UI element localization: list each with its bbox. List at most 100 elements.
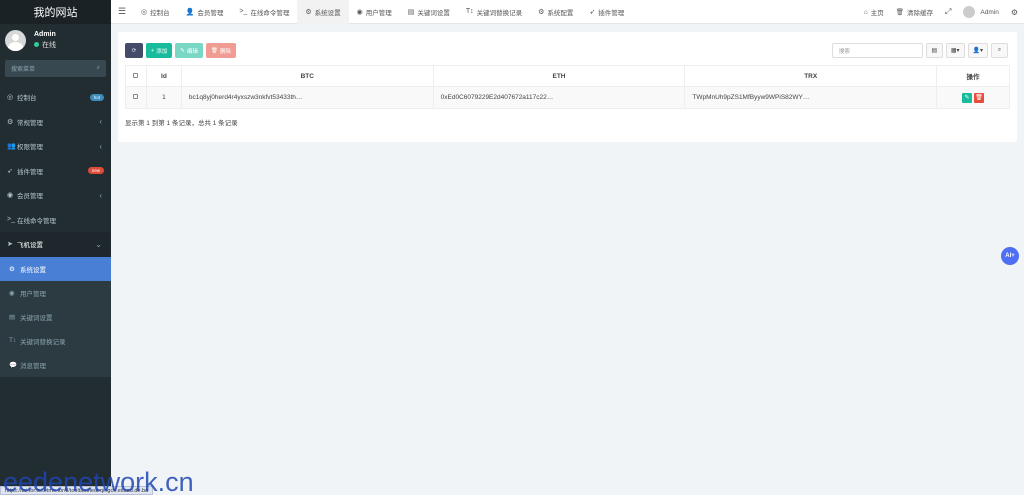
table-search-placeholder: 搜索 xyxy=(838,48,850,55)
telegram-icon: ➤ xyxy=(7,241,13,249)
sidebar-item-4[interactable]: ◉ 会员管理 ‹ xyxy=(0,183,111,208)
avatar xyxy=(5,29,26,51)
tab-8[interactable]: ➶ 插件管理 xyxy=(581,0,632,24)
terminal-icon: >_ xyxy=(239,8,248,15)
submenu-item-label: 关键词设置 xyxy=(20,314,53,322)
chevron-left-icon: ‹ xyxy=(99,141,102,151)
submenu-item-label: 消息管理 xyxy=(20,362,46,370)
sidebar-item-5[interactable]: >_ 在线命令管理 xyxy=(0,208,111,233)
add-button[interactable]: + 添加 xyxy=(146,43,173,58)
menu-badge: hot xyxy=(89,93,104,101)
row-select-cell[interactable] xyxy=(125,86,147,109)
sidebar-item-6[interactable]: ➤ 飞机设置 ⌄ xyxy=(0,232,111,257)
text-height-icon: T↕ xyxy=(465,8,474,15)
cell-id: 1 xyxy=(145,86,182,109)
ai-assistant-button[interactable]: AI+ xyxy=(1001,247,1019,265)
top-navbar: ☰ ◎ 控制台 👤 会员管理 >_ 在线命令管理 ⚙ 系统设置 ◉ 用户管理 ▤ 关键词设置 T↕ 关键词… xyxy=(111,0,1024,24)
clear-cache-button[interactable]: 🗑 清除缓存 xyxy=(890,7,939,17)
user-circle-icon: ◉ xyxy=(356,8,363,16)
sidebar-item-3[interactable]: ➶ 插件管理 new xyxy=(0,159,111,184)
comment-icon: 💬 xyxy=(9,361,18,369)
add-label: 添加 xyxy=(156,48,168,55)
settings-gear-icon[interactable]: ⚙ xyxy=(1005,8,1024,17)
submenu-item-1[interactable]: ◉ 用户管理 xyxy=(0,281,111,305)
tab-4[interactable]: ◉ 用户管理 xyxy=(349,0,400,24)
advanced-search-button[interactable]: ⌕ xyxy=(991,43,1008,58)
submenu-item-4[interactable]: 💬 消息管理 xyxy=(0,353,111,377)
table-row[interactable]: 1 bc1q8yj0herd4r4yxszw3nkfvt53433th… 0xE… xyxy=(125,86,1010,109)
tab-label: 会员管理 xyxy=(197,9,224,17)
sidebar-menu: ◎ 控制台 hot ⚙ 常规管理 ‹ 👥 权限管理 ‹ ➶ 插件管理 new ◉ 会员管理 ‹ >_ 在线命令管… xyxy=(0,85,111,257)
site-title[interactable]: 我的网站 xyxy=(0,0,111,24)
tab-6[interactable]: T↕ 关键词替换记录 xyxy=(458,0,530,24)
trash-icon: 🗑 xyxy=(210,47,218,54)
tab-1[interactable]: 👤 会员管理 xyxy=(178,0,232,24)
toggle-view-button[interactable]: ▤ xyxy=(925,43,943,58)
menu-toggle-icon[interactable]: ☰ xyxy=(111,6,133,17)
refresh-button[interactable]: ⟳ xyxy=(125,43,143,58)
status-text: 在线 xyxy=(42,41,56,49)
header-btc[interactable]: BTC xyxy=(180,65,434,87)
sidebar-item-label: 飞机设置 xyxy=(17,242,43,250)
fullscreen-icon[interactable]: ⤢ xyxy=(939,7,957,17)
row-edit-button[interactable]: ✎ xyxy=(962,92,973,103)
menu-badge: new xyxy=(87,167,104,175)
user-menu[interactable]: Admin xyxy=(957,6,1004,18)
cog-icon: ⚙ xyxy=(538,8,545,16)
header-eth[interactable]: ETH xyxy=(432,65,686,87)
tab-label: 在线命令管理 xyxy=(250,9,290,17)
cell-actions: ✎ 🗑 xyxy=(936,86,1010,109)
avatar-small xyxy=(963,6,976,18)
home-label: 主页 xyxy=(870,10,884,17)
cell-eth: 0xEd0C6079229E2d407672a117c22… xyxy=(432,86,686,109)
table-search-input[interactable]: 搜索 xyxy=(831,43,923,58)
submenu-item-0[interactable]: ⚙ 系统设置 xyxy=(0,256,111,281)
tab-label: 系统配置 xyxy=(547,9,574,17)
search-icon[interactable]: ⌕ xyxy=(97,65,100,72)
submenu-item-2[interactable]: ▤ 关键词设置 xyxy=(0,305,111,329)
sidebar-item-label: 会员管理 xyxy=(17,193,43,201)
tab-3[interactable]: ⚙ 系统设置 xyxy=(297,0,349,24)
user-circle-icon: ◉ xyxy=(7,192,14,200)
delete-button[interactable]: 🗑 删除 xyxy=(205,43,236,58)
sidebar-item-label: 在线命令管理 xyxy=(17,217,56,225)
tab-2[interactable]: >_ 在线命令管理 xyxy=(231,0,297,24)
cog-icon: ⚙ xyxy=(9,265,15,273)
search-icon: ⌕ xyxy=(997,47,1002,53)
sidebar-item-2[interactable]: 👥 权限管理 ‹ xyxy=(0,134,111,159)
row-delete-button[interactable]: 🗑 xyxy=(974,92,985,103)
tab-label: 系统设置 xyxy=(314,9,341,17)
columns-button[interactable]: ▦▾ xyxy=(945,43,965,58)
tab-5[interactable]: ▤ 关键词设置 xyxy=(400,0,458,24)
chevron-left-icon: ‹ xyxy=(99,190,102,200)
tab-7[interactable]: ⚙ 系统配置 xyxy=(530,0,581,24)
pencil-icon: ✎ xyxy=(180,47,185,54)
edit-label: 编辑 xyxy=(186,48,198,55)
submenu-item-label: 系统设置 xyxy=(20,266,46,274)
chevron-left-icon: ‹ xyxy=(99,117,102,127)
select-all-cell[interactable] xyxy=(125,65,147,87)
user-export-icon: 👤▾ xyxy=(972,48,983,54)
edit-button[interactable]: ✎ 编辑 xyxy=(175,43,203,58)
user-panel: Admin 在线 xyxy=(0,24,111,56)
tab-0[interactable]: ◎ 控制台 xyxy=(133,0,178,24)
sidebar-item-label: 权限管理 xyxy=(17,144,43,152)
grid-icon: ▦▾ xyxy=(950,48,960,54)
header-id[interactable]: Id xyxy=(145,65,182,87)
export-button[interactable]: 👤▾ xyxy=(967,43,988,58)
row-checkbox[interactable] xyxy=(133,94,139,99)
user-menu-label: Admin xyxy=(980,8,999,16)
select-all-checkbox[interactable] xyxy=(133,72,139,78)
sidebar-item-0[interactable]: ◎ 控制台 hot xyxy=(0,85,111,110)
submenu-item-3[interactable]: T↕ 关键词替换记录 xyxy=(0,329,111,353)
dashboard-icon: ◎ xyxy=(141,8,148,16)
tab-label: 关键词设置 xyxy=(417,9,450,17)
toolbar: ⟳ + 添加 ✎ 编辑 🗑 删除 xyxy=(125,43,236,58)
tab-label: 用户管理 xyxy=(365,9,392,17)
home-link[interactable]: ⌂ 主页 xyxy=(858,7,890,18)
watermark: eedenetwork.cn xyxy=(3,467,194,495)
sidebar-item-1[interactable]: ⚙ 常规管理 ‹ xyxy=(0,110,111,135)
header-trx[interactable]: TRX xyxy=(684,65,938,87)
terminal-icon: >_ xyxy=(7,216,15,224)
sidebar-search-input[interactable]: 搜索菜单 ⌕ xyxy=(5,60,106,77)
